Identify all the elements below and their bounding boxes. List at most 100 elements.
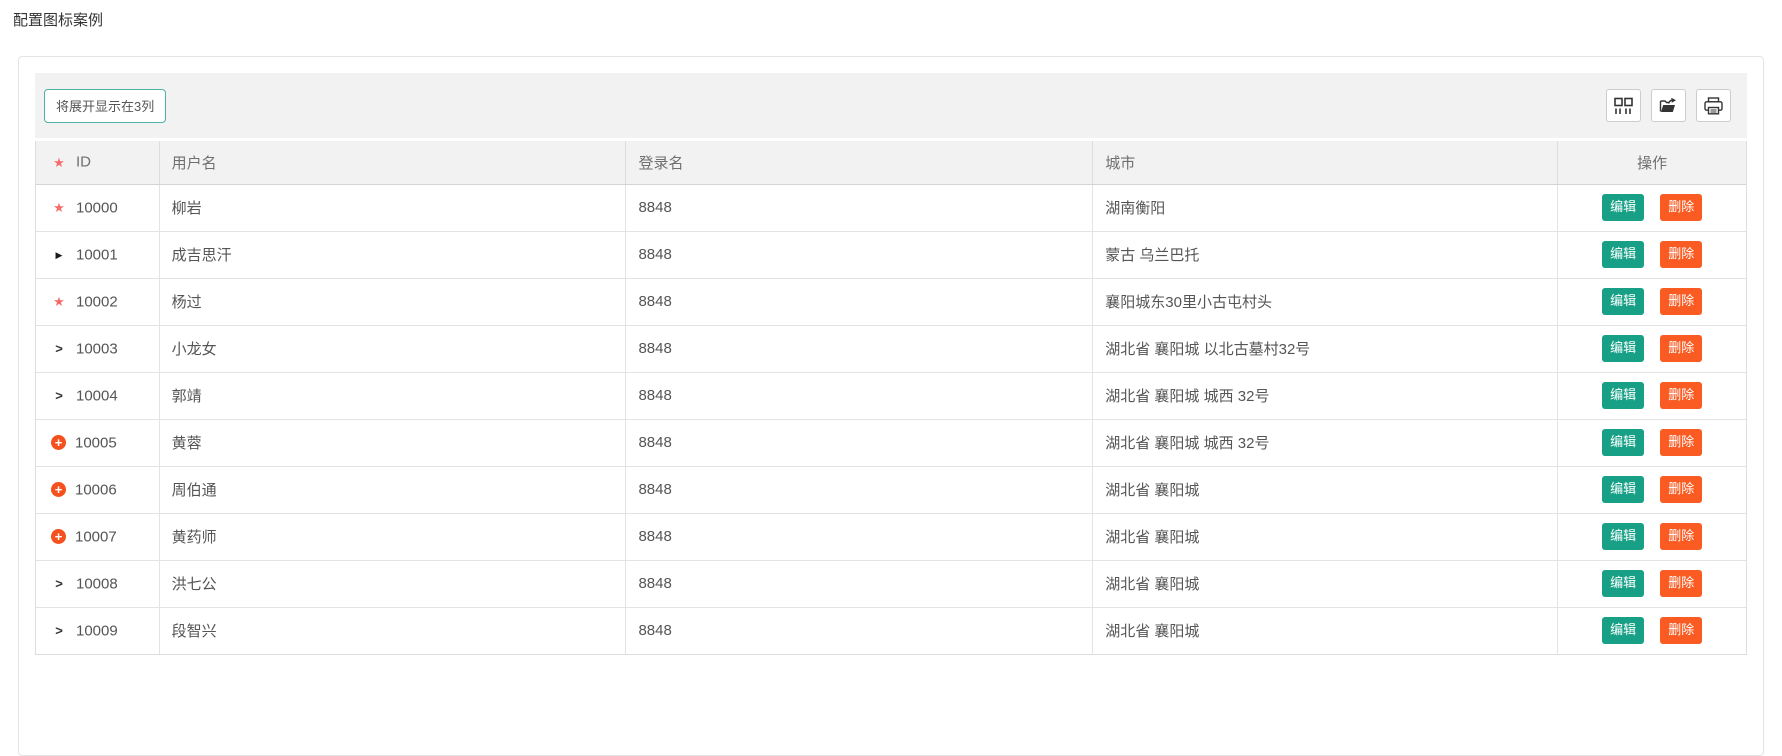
cell-city: 湖北省 襄阳城 城西 32号 [1093,419,1558,466]
star-icon[interactable]: ★ [51,294,67,310]
cell-city: 湖北省 襄阳城 [1093,466,1558,513]
cell-username: 段智兴 [159,607,626,654]
cell-username: 黄蓉 [159,419,626,466]
delete-button[interactable]: 删除 [1660,617,1702,644]
cell-id: 10009 [76,623,118,640]
chevron-right-icon[interactable]: > [51,576,67,592]
table-row: >10003 小龙女 8848 湖北省 襄阳城 以北古墓村32号 编辑 删除 [36,325,1746,372]
edit-button[interactable]: 编辑 [1602,335,1644,362]
columns-toggle-button[interactable] [1606,89,1641,122]
cell-username: 成吉思汗 [159,231,626,278]
chevron-right-icon[interactable]: > [51,623,67,639]
cell-username: 周伯通 [159,466,626,513]
edit-button[interactable]: 编辑 [1602,382,1644,409]
table-row: ▶ 10001 成吉思汗 8848 蒙古 乌兰巴托 编辑 删除 [36,231,1746,278]
header-id: ★ ID [36,141,159,184]
print-icon [1704,97,1723,115]
toolbar-right-group [1606,89,1731,122]
cell-city: 湖南衡阳 [1093,184,1558,231]
cell-id: 10003 [76,340,118,357]
cell-city: 湖北省 襄阳城 [1093,513,1558,560]
edit-button[interactable]: 编辑 [1602,194,1644,221]
edit-button[interactable]: 编辑 [1602,570,1644,597]
print-button[interactable] [1696,89,1731,122]
table-row: >10008 洪七公 8848 湖北省 襄阳城 编辑 删除 [36,560,1746,607]
chevron-right-icon[interactable]: > [51,388,67,404]
cell-id: 10008 [76,575,118,592]
cell-id: 10005 [75,434,117,451]
edit-button[interactable]: 编辑 [1602,429,1644,456]
plus-circle-icon[interactable]: + [51,435,66,450]
table-container: ★ ID 用户名 登录名 城市 操作 ★ 10000 柳岩 8848 湖南衡阳 编辑… [35,141,1747,655]
delete-button[interactable]: 删除 [1660,335,1702,362]
delete-button[interactable]: 删除 [1660,429,1702,456]
cell-login: 8848 [626,560,1093,607]
page-title: 配置图标案例 [0,0,1782,30]
cell-username: 洪七公 [159,560,626,607]
chevron-right-icon[interactable]: > [51,341,67,357]
cell-city: 湖北省 襄阳城 城西 32号 [1093,372,1558,419]
table-row: +10007 黄药师 8848 湖北省 襄阳城 编辑 删除 [36,513,1746,560]
edit-button[interactable]: 编辑 [1602,476,1644,503]
cell-login: 8848 [626,231,1093,278]
cell-id: 10002 [76,293,118,310]
export-button[interactable] [1651,89,1686,122]
table-row: ★ 10000 柳岩 8848 湖南衡阳 编辑 删除 [36,184,1746,231]
header-operations: 操作 [1558,141,1746,184]
cell-city: 蒙古 乌兰巴托 [1093,231,1558,278]
cell-username: 小龙女 [159,325,626,372]
cell-login: 8848 [626,372,1093,419]
edit-button[interactable]: 编辑 [1602,523,1644,550]
delete-button[interactable]: 删除 [1660,570,1702,597]
delete-button[interactable]: 删除 [1660,288,1702,315]
cell-login: 8848 [626,419,1093,466]
header-id-label: ID [76,154,91,171]
cell-id: 10000 [76,199,118,216]
plus-circle-icon[interactable]: + [51,529,66,544]
cell-login: 8848 [626,278,1093,325]
edit-button[interactable]: 编辑 [1602,288,1644,315]
example-panel: 将展开显示在3列 [18,56,1764,756]
plus-circle-icon[interactable]: + [51,482,66,497]
cell-city: 襄阳城东30里小古屯村头 [1093,278,1558,325]
cell-city: 湖北省 襄阳城 [1093,607,1558,654]
cell-login: 8848 [626,184,1093,231]
table-row: >10009 段智兴 8848 湖北省 襄阳城 编辑 删除 [36,607,1746,654]
header-username: 用户名 [159,141,626,184]
delete-button[interactable]: 删除 [1660,194,1702,221]
edit-button[interactable]: 编辑 [1602,241,1644,268]
cell-id: 10006 [75,481,117,498]
expand-columns-button[interactable]: 将展开显示在3列 [44,89,166,123]
cell-login: 8848 [626,466,1093,513]
cell-username: 杨过 [159,278,626,325]
delete-button[interactable]: 删除 [1660,523,1702,550]
table-row: +10005 黄蓉 8848 湖北省 襄阳城 城西 32号 编辑 删除 [36,419,1746,466]
delete-button[interactable]: 删除 [1660,476,1702,503]
table-row: +10006 周伯通 8848 湖北省 襄阳城 编辑 删除 [36,466,1746,513]
header-row: ★ ID 用户名 登录名 城市 操作 [36,141,1746,184]
table-row: ★ 10002 杨过 8848 襄阳城东30里小古屯村头 编辑 删除 [36,278,1746,325]
columns-grid-icon [1614,97,1633,115]
export-icon [1659,97,1678,114]
header-city: 城市 [1093,141,1558,184]
star-icon[interactable]: ★ [51,200,67,216]
cell-city: 湖北省 襄阳城 以北古墓村32号 [1093,325,1558,372]
data-table: ★ ID 用户名 登录名 城市 操作 ★ 10000 柳岩 8848 湖南衡阳 编辑… [36,141,1746,654]
cell-id: 10007 [75,528,117,545]
cell-id: 10004 [76,387,118,404]
star-icon: ★ [51,155,67,171]
cell-username: 柳岩 [159,184,626,231]
edit-button[interactable]: 编辑 [1602,617,1644,644]
cell-username: 黄药师 [159,513,626,560]
cell-id: 10001 [76,246,118,263]
delete-button[interactable]: 删除 [1660,241,1702,268]
delete-button[interactable]: 删除 [1660,382,1702,409]
header-login: 登录名 [626,141,1093,184]
cell-login: 8848 [626,513,1093,560]
table-toolbar: 将展开显示在3列 [35,73,1747,138]
table-body: ★ 10000 柳岩 8848 湖南衡阳 编辑 删除 ▶ 10001 成吉思汗 88… [36,184,1746,654]
cell-city: 湖北省 襄阳城 [1093,560,1558,607]
cell-login: 8848 [626,607,1093,654]
caret-right-icon[interactable]: ▶ [51,247,67,263]
table-row: >10004 郭靖 8848 湖北省 襄阳城 城西 32号 编辑 删除 [36,372,1746,419]
